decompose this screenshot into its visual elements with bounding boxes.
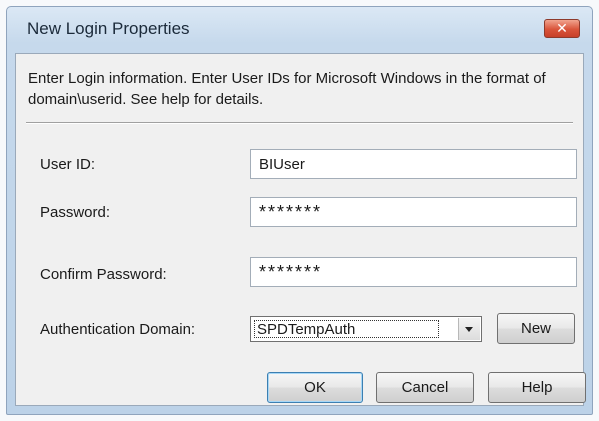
auth-domain-label: Authentication Domain: [40, 321, 196, 338]
title-bar[interactable]: New Login Properties ✕ [7, 7, 592, 49]
close-button[interactable]: ✕ [544, 19, 580, 38]
auth-domain-select[interactable]: SPDTempAuth [250, 316, 482, 342]
password-label: Password: [40, 204, 111, 221]
user-id-label: User ID: [40, 156, 96, 173]
separator [26, 122, 573, 124]
chevron-down-icon[interactable] [458, 318, 480, 340]
auth-domain-value: SPDTempAuth [254, 320, 439, 338]
password-input[interactable] [250, 197, 577, 227]
close-icon: ✕ [556, 20, 568, 36]
confirm-password-input[interactable] [250, 257, 577, 287]
dialog-title: New Login Properties [27, 19, 190, 38]
cancel-button[interactable]: Cancel [376, 372, 474, 403]
ok-button[interactable]: OK [267, 372, 363, 403]
instructions-text: Enter Login information. Enter User IDs … [28, 70, 546, 108]
user-id-input[interactable] [250, 149, 577, 179]
help-button[interactable]: Help [488, 372, 586, 403]
new-domain-button[interactable]: New [497, 313, 575, 344]
dialog-body: Enter Login information. Enter User IDs … [15, 53, 586, 406]
confirm-password-label: Confirm Password: [40, 266, 167, 283]
dialog-window: New Login Properties ✕ Enter Login infor… [6, 6, 593, 415]
